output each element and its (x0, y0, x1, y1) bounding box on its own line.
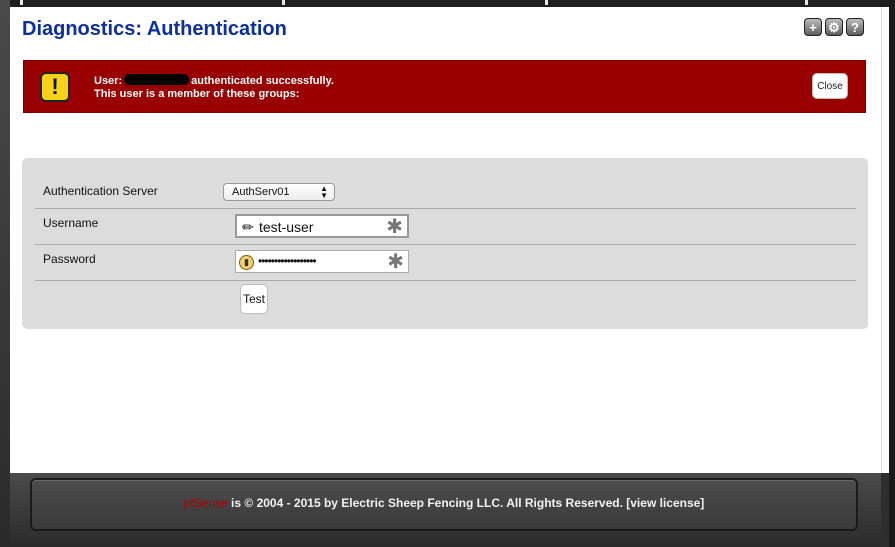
lock-icon: ▮ (239, 255, 254, 270)
help-icon[interactable]: ? (846, 18, 864, 36)
strip-mark (20, 0, 23, 5)
test-button[interactable]: Test (240, 284, 268, 314)
copyright-body: is © 2004 - 2015 by Electric Sheep Fenci… (227, 496, 627, 510)
header-icons: + ⚙ ? (804, 18, 864, 36)
server-select-value: AuthServ01 (232, 186, 290, 198)
brand-name: pfSense (183, 496, 228, 510)
alert-user-suffix: authenticated successfully. (191, 75, 334, 87)
password-field[interactable]: ▮ •••••••••••••••••• ✱ (235, 250, 409, 273)
success-alert: ! User: authenticated successfully. This … (23, 60, 866, 113)
username-label: Username (43, 216, 99, 230)
close-button[interactable]: Close (812, 73, 848, 99)
server-row: Authentication Server AuthServ01 ▲ ▼ (35, 158, 856, 209)
username-value: test-user (259, 219, 314, 235)
required-asterisk-icon: ✱ (386, 216, 403, 238)
password-value: •••••••••••••••••• (258, 254, 317, 268)
copyright-text: pfSense is © 2004 - 2015 by Electric She… (32, 496, 856, 510)
footer: pfSense is © 2004 - 2015 by Electric She… (10, 473, 881, 547)
alert-user-prefix: User: (94, 75, 123, 87)
strip-mark (282, 0, 285, 5)
redacted-username (124, 74, 190, 85)
footer-panel: pfSense is © 2004 - 2015 by Electric She… (30, 478, 858, 531)
warning-icon: ! (40, 72, 70, 102)
strip-mark (545, 0, 548, 5)
required-asterisk-icon: ✱ (387, 251, 404, 273)
page-title: Diagnostics: Authentication (22, 18, 287, 40)
auth-form-panel: Authentication Server AuthServ01 ▲ ▼ User… (22, 158, 868, 329)
password-row: Password ▮ •••••••••••••••••• ✱ (35, 245, 856, 281)
settings-icon[interactable]: ⚙ (825, 18, 843, 36)
right-border (889, 0, 895, 547)
username-row: Username ✏ test-user ✱ (35, 209, 856, 245)
username-field[interactable]: ✏ test-user ✱ (235, 214, 409, 238)
server-select[interactable]: AuthServ01 ▲ ▼ (223, 183, 335, 201)
select-arrows-icon: ▲ ▼ (320, 184, 328, 200)
main-content: Diagnostics: Authentication + ⚙ ? ! User… (10, 7, 881, 473)
view-license-link[interactable]: [view license] (626, 496, 704, 510)
scrollbar-gutter (881, 7, 889, 473)
alert-message-line2: This user is a member of these groups: (94, 88, 300, 100)
top-strip (0, 0, 895, 7)
password-label: Password (43, 252, 96, 266)
left-border (0, 0, 10, 547)
strip-mark (805, 0, 808, 5)
alert-message-line1: User: authenticated successfully. (94, 74, 334, 87)
pencil-icon: ✏ (242, 219, 254, 235)
server-label: Authentication Server (43, 184, 158, 198)
add-icon[interactable]: + (804, 18, 822, 36)
